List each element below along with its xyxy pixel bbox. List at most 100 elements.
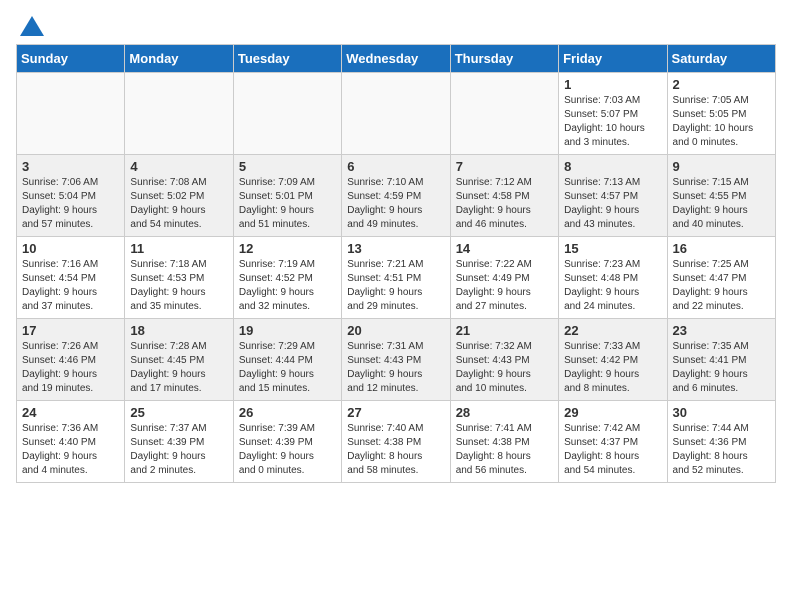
day-number: 4 — [130, 159, 227, 174]
day-detail: Sunrise: 7:16 AM Sunset: 4:54 PM Dayligh… — [22, 258, 119, 314]
col-header-wednesday: Wednesday — [342, 45, 450, 73]
calendar-cell: 29 Sunrise: 7:42 AM Sunset: 4:37 PM Dayli… — [559, 401, 667, 483]
calendar-cell: 18 Sunrise: 7:28 AM Sunset: 4:45 PM Dayli… — [125, 319, 233, 401]
calendar-cell: 2 Sunrise: 7:05 AM Sunset: 5:05 PM Daylig… — [667, 73, 775, 155]
day-number: 22 — [564, 323, 661, 338]
day-detail: Sunrise: 7:29 AM Sunset: 4:44 PM Dayligh… — [239, 340, 336, 396]
calendar-cell: 6 Sunrise: 7:10 AM Sunset: 4:59 PM Daylig… — [342, 155, 450, 237]
week-row-3: 10Sunrise: 7:16 AM Sunset: 4:54 PM Dayli… — [17, 237, 776, 319]
logo — [16, 16, 44, 36]
day-detail: Sunrise: 7:25 AM Sunset: 4:47 PM Dayligh… — [673, 258, 770, 314]
col-header-monday: Monday — [125, 45, 233, 73]
calendar-cell — [342, 73, 450, 155]
day-number: 15 — [564, 241, 661, 256]
day-detail: Sunrise: 7:19 AM Sunset: 4:52 PM Dayligh… — [239, 258, 336, 314]
page-header — [16, 16, 776, 36]
day-detail: Sunrise: 7:09 AM Sunset: 5:01 PM Dayligh… — [239, 176, 336, 232]
calendar-cell — [233, 73, 341, 155]
calendar-cell: 14Sunrise: 7:22 AM Sunset: 4:49 PM Dayli… — [450, 237, 558, 319]
day-number: 25 — [130, 405, 227, 420]
day-detail: Sunrise: 7:32 AM Sunset: 4:43 PM Dayligh… — [456, 340, 553, 396]
col-header-thursday: Thursday — [450, 45, 558, 73]
calendar-cell: 25 Sunrise: 7:37 AM Sunset: 4:39 PM Dayli… — [125, 401, 233, 483]
day-number: 12 — [239, 241, 336, 256]
day-number: 6 — [347, 159, 444, 174]
calendar-cell: 5 Sunrise: 7:09 AM Sunset: 5:01 PM Daylig… — [233, 155, 341, 237]
calendar-table: SundayMondayTuesdayWednesdayThursdayFrid… — [16, 44, 776, 483]
day-number: 24 — [22, 405, 119, 420]
day-number: 19 — [239, 323, 336, 338]
calendar-cell: 30Sunrise: 7:44 AM Sunset: 4:36 PM Dayli… — [667, 401, 775, 483]
day-detail: Sunrise: 7:41 AM Sunset: 4:38 PM Dayligh… — [456, 422, 553, 478]
day-detail: Sunrise: 7:23 AM Sunset: 4:48 PM Dayligh… — [564, 258, 661, 314]
header-row: SundayMondayTuesdayWednesdayThursdayFrid… — [17, 45, 776, 73]
day-detail: Sunrise: 7:21 AM Sunset: 4:51 PM Dayligh… — [347, 258, 444, 314]
day-number: 16 — [673, 241, 770, 256]
calendar-cell: 23 Sunrise: 7:35 AM Sunset: 4:41 PM Dayli… — [667, 319, 775, 401]
day-number: 18 — [130, 323, 227, 338]
calendar-cell: 27Sunrise: 7:40 AM Sunset: 4:38 PM Dayli… — [342, 401, 450, 483]
day-detail: Sunrise: 7:05 AM Sunset: 5:05 PM Dayligh… — [673, 94, 770, 150]
day-number: 2 — [673, 77, 770, 92]
day-detail: Sunrise: 7:37 AM Sunset: 4:39 PM Dayligh… — [130, 422, 227, 478]
calendar-cell: 21 Sunrise: 7:32 AM Sunset: 4:43 PM Dayli… — [450, 319, 558, 401]
calendar-header: SundayMondayTuesdayWednesdayThursdayFrid… — [17, 45, 776, 73]
col-header-friday: Friday — [559, 45, 667, 73]
day-number: 29 — [564, 405, 661, 420]
day-detail: Sunrise: 7:12 AM Sunset: 4:58 PM Dayligh… — [456, 176, 553, 232]
calendar-cell: 7 Sunrise: 7:12 AM Sunset: 4:58 PM Daylig… — [450, 155, 558, 237]
calendar-cell: 22 Sunrise: 7:33 AM Sunset: 4:42 PM Dayli… — [559, 319, 667, 401]
day-number: 23 — [673, 323, 770, 338]
day-number: 17 — [22, 323, 119, 338]
day-number: 5 — [239, 159, 336, 174]
calendar-cell — [125, 73, 233, 155]
week-row-4: 17 Sunrise: 7:26 AM Sunset: 4:46 PM Dayli… — [17, 319, 776, 401]
day-detail: Sunrise: 7:36 AM Sunset: 4:40 PM Dayligh… — [22, 422, 119, 478]
day-number: 7 — [456, 159, 553, 174]
calendar-cell: 13Sunrise: 7:21 AM Sunset: 4:51 PM Dayli… — [342, 237, 450, 319]
day-number: 21 — [456, 323, 553, 338]
day-detail: Sunrise: 7:40 AM Sunset: 4:38 PM Dayligh… — [347, 422, 444, 478]
week-row-2: 3 Sunrise: 7:06 AM Sunset: 5:04 PM Daylig… — [17, 155, 776, 237]
col-header-saturday: Saturday — [667, 45, 775, 73]
calendar-cell: 17 Sunrise: 7:26 AM Sunset: 4:46 PM Dayli… — [17, 319, 125, 401]
day-detail: Sunrise: 7:06 AM Sunset: 5:04 PM Dayligh… — [22, 176, 119, 232]
calendar-cell: 12 Sunrise: 7:19 AM Sunset: 4:52 PM Dayli… — [233, 237, 341, 319]
day-detail: Sunrise: 7:22 AM Sunset: 4:49 PM Dayligh… — [456, 258, 553, 314]
calendar-cell: 15 Sunrise: 7:23 AM Sunset: 4:48 PM Dayli… — [559, 237, 667, 319]
calendar-cell: 10Sunrise: 7:16 AM Sunset: 4:54 PM Dayli… — [17, 237, 125, 319]
week-row-1: 1Sunrise: 7:03 AM Sunset: 5:07 PM Daylig… — [17, 73, 776, 155]
col-header-tuesday: Tuesday — [233, 45, 341, 73]
day-detail: Sunrise: 7:18 AM Sunset: 4:53 PM Dayligh… — [130, 258, 227, 314]
day-number: 1 — [564, 77, 661, 92]
calendar-cell — [450, 73, 558, 155]
day-number: 26 — [239, 405, 336, 420]
calendar-cell — [17, 73, 125, 155]
calendar-cell: 16 Sunrise: 7:25 AM Sunset: 4:47 PM Dayli… — [667, 237, 775, 319]
day-detail: Sunrise: 7:13 AM Sunset: 4:57 PM Dayligh… — [564, 176, 661, 232]
calendar-cell: 28 Sunrise: 7:41 AM Sunset: 4:38 PM Dayli… — [450, 401, 558, 483]
calendar-cell: 26 Sunrise: 7:39 AM Sunset: 4:39 PM Dayli… — [233, 401, 341, 483]
day-detail: Sunrise: 7:42 AM Sunset: 4:37 PM Dayligh… — [564, 422, 661, 478]
day-detail: Sunrise: 7:44 AM Sunset: 4:36 PM Dayligh… — [673, 422, 770, 478]
day-number: 20 — [347, 323, 444, 338]
day-detail: Sunrise: 7:10 AM Sunset: 4:59 PM Dayligh… — [347, 176, 444, 232]
day-detail: Sunrise: 7:35 AM Sunset: 4:41 PM Dayligh… — [673, 340, 770, 396]
calendar-cell: 19 Sunrise: 7:29 AM Sunset: 4:44 PM Dayli… — [233, 319, 341, 401]
calendar-cell: 3 Sunrise: 7:06 AM Sunset: 5:04 PM Daylig… — [17, 155, 125, 237]
calendar-cell: 9 Sunrise: 7:15 AM Sunset: 4:55 PM Daylig… — [667, 155, 775, 237]
day-number: 9 — [673, 159, 770, 174]
day-detail: Sunrise: 7:28 AM Sunset: 4:45 PM Dayligh… — [130, 340, 227, 396]
day-detail: Sunrise: 7:26 AM Sunset: 4:46 PM Dayligh… — [22, 340, 119, 396]
day-number: 28 — [456, 405, 553, 420]
logo-icon — [20, 16, 44, 36]
calendar-cell: 4 Sunrise: 7:08 AM Sunset: 5:02 PM Daylig… — [125, 155, 233, 237]
day-detail: Sunrise: 7:15 AM Sunset: 4:55 PM Dayligh… — [673, 176, 770, 232]
day-number: 3 — [22, 159, 119, 174]
day-detail: Sunrise: 7:33 AM Sunset: 4:42 PM Dayligh… — [564, 340, 661, 396]
calendar-cell: 8Sunrise: 7:13 AM Sunset: 4:57 PM Daylig… — [559, 155, 667, 237]
calendar-cell: 20 Sunrise: 7:31 AM Sunset: 4:43 PM Dayli… — [342, 319, 450, 401]
day-detail: Sunrise: 7:31 AM Sunset: 4:43 PM Dayligh… — [347, 340, 444, 396]
day-detail: Sunrise: 7:39 AM Sunset: 4:39 PM Dayligh… — [239, 422, 336, 478]
day-detail: Sunrise: 7:08 AM Sunset: 5:02 PM Dayligh… — [130, 176, 227, 232]
